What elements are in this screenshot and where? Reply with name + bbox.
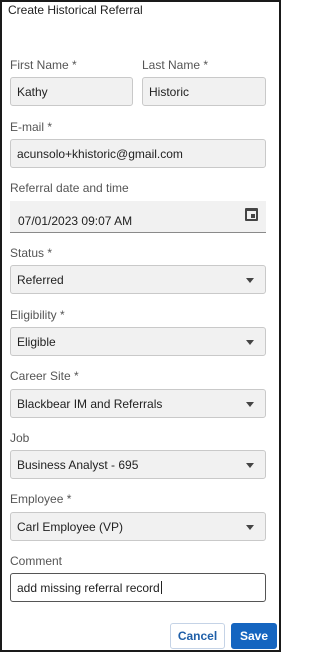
cancel-button[interactable]: Cancel xyxy=(170,623,225,649)
chevron-down-icon xyxy=(246,278,254,283)
employee-select[interactable]: Carl Employee (VP) xyxy=(10,512,266,541)
comment-label: Comment xyxy=(10,554,63,568)
calendar-icon[interactable] xyxy=(245,208,258,221)
status-label: Status * xyxy=(10,246,53,260)
referral-date-value: 07/01/2023 09:07 AM xyxy=(18,214,133,228)
eligibility-select[interactable]: Eligible xyxy=(10,327,266,356)
save-button[interactable]: Save xyxy=(231,623,277,649)
email-label: E-mail * xyxy=(10,120,53,134)
first-name-value: Kathy xyxy=(17,84,48,99)
status-select[interactable]: Referred xyxy=(10,265,266,294)
first-name-label: First Name * xyxy=(10,58,77,72)
job-value: Business Analyst - 695 xyxy=(17,457,139,472)
last-name-input[interactable]: Historic xyxy=(142,77,266,106)
chevron-down-icon xyxy=(246,402,254,407)
employee-label: Employee * xyxy=(10,492,72,506)
chevron-down-icon xyxy=(246,525,254,530)
career-site-value: Blackbear IM and Referrals xyxy=(17,396,163,411)
comment-input[interactable]: add missing referral record xyxy=(10,573,266,602)
chevron-down-icon xyxy=(246,463,254,468)
text-cursor xyxy=(160,581,162,594)
chevron-down-icon xyxy=(246,340,254,345)
eligibility-value: Eligible xyxy=(17,334,56,349)
email-input[interactable]: acunsolo+khistoric@gmail.com xyxy=(10,139,266,168)
career-site-label: Career Site * xyxy=(10,369,79,383)
employee-value: Carl Employee (VP) xyxy=(17,519,124,534)
first-name-input[interactable]: Kathy xyxy=(10,77,133,106)
create-historical-referral-dialog: Create Historical Referral First Name * … xyxy=(0,0,281,652)
career-site-select[interactable]: Blackbear IM and Referrals xyxy=(10,389,266,418)
last-name-value: Historic xyxy=(149,84,190,99)
referral-date-input[interactable]: 07/01/2023 09:07 AM xyxy=(10,201,266,233)
last-name-label: Last Name * xyxy=(142,58,209,72)
referral-date-label: Referral date and time xyxy=(10,181,129,195)
job-label: Job xyxy=(10,431,30,445)
job-select[interactable]: Business Analyst - 695 xyxy=(10,450,266,479)
eligibility-label: Eligibility * xyxy=(10,308,65,322)
dialog-title: Create Historical Referral xyxy=(8,3,143,17)
comment-value: add missing referral record xyxy=(17,580,160,595)
email-value: acunsolo+khistoric@gmail.com xyxy=(17,146,183,161)
status-value: Referred xyxy=(17,272,64,287)
